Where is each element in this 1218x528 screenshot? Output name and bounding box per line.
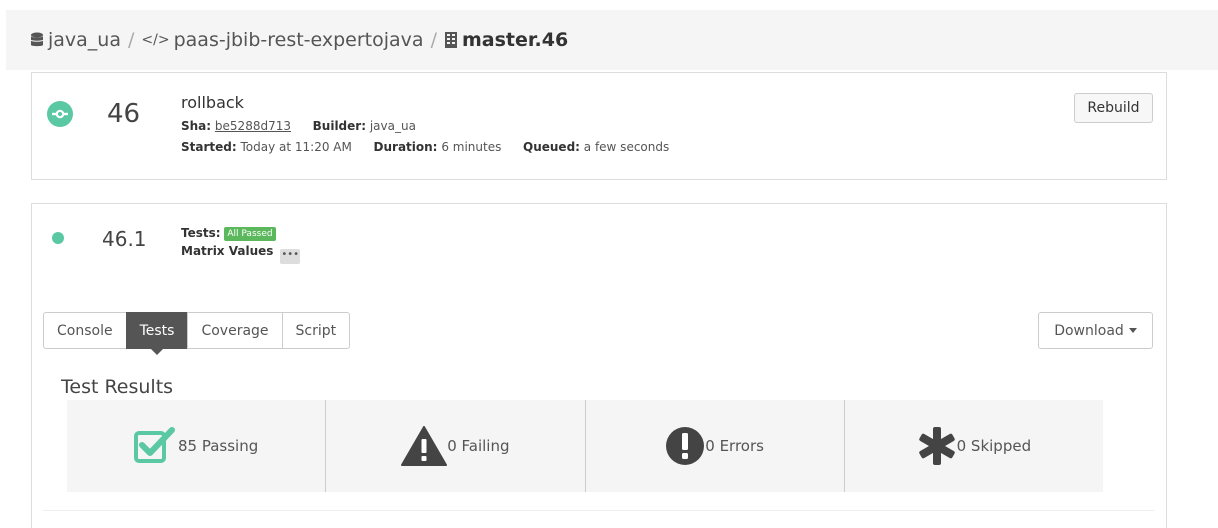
code-icon: </>: [141, 32, 170, 48]
errors-cell: 0 Errors: [586, 400, 845, 492]
repo-name[interactable]: paas-jbib-rest-expertojava: [174, 29, 424, 51]
duration-value: 6 minutes: [441, 140, 502, 154]
passing-count: 85 Passing: [178, 437, 259, 455]
divider: [43, 510, 1154, 511]
builder-label: Builder:: [312, 119, 367, 133]
run-tabs: Console Tests Coverage Script: [43, 312, 351, 355]
queued-value: a few seconds: [583, 140, 670, 154]
errors-count: 0 Errors: [705, 437, 764, 455]
caret-down-icon: [1128, 328, 1137, 333]
build-info: rollback Sha: be5288d713 Builder: java_u…: [181, 93, 669, 158]
breadcrumb-owner[interactable]: java_ua: [30, 29, 121, 51]
test-results-title: Test Results: [61, 376, 174, 398]
tab-tests[interactable]: Tests: [125, 312, 189, 355]
download-button[interactable]: Download: [1038, 312, 1153, 349]
sha-label: Sha:: [181, 119, 212, 133]
breadcrumb-repo[interactable]: </> paas-jbib-rest-expertojava: [141, 29, 423, 51]
passing-cell: 85 Passing: [67, 400, 327, 492]
tests-label: Tests:: [181, 226, 221, 240]
matrix-label: Matrix Values: [181, 244, 274, 258]
owner-name[interactable]: java_ua: [48, 29, 121, 51]
build-panel: 46 rollback Sha: be5288d713 Builder: jav…: [31, 72, 1167, 180]
run-number: 46.1: [102, 227, 147, 251]
commit-status-icon: [47, 101, 73, 127]
checkbox-check-icon: [134, 427, 178, 465]
tests-status-badge: All Passed: [224, 227, 276, 241]
build-meta-line-1: Sha: be5288d713 Builder: java_ua: [181, 116, 669, 137]
asterisk-icon: [917, 426, 957, 466]
failing-count: 0 Failing: [447, 437, 510, 455]
failing-cell: 0 Failing: [326, 400, 586, 492]
breadcrumb-separator: /: [430, 29, 437, 51]
breadcrumb: java_ua / </> paas-jbib-rest-expertojava…: [6, 10, 1218, 70]
database-icon: [30, 32, 44, 48]
breadcrumb-build: master.46: [444, 29, 568, 51]
breadcrumb-separator: /: [128, 29, 135, 51]
warning-icon: [401, 426, 448, 466]
matrix-line: Matrix Values •••: [181, 242, 301, 264]
duration-label: Duration:: [373, 140, 438, 154]
tab-coverage[interactable]: Coverage: [187, 312, 283, 349]
matrix-values-toggle[interactable]: •••: [280, 249, 301, 264]
exclamation-circle-icon: [665, 426, 705, 466]
skipped-count: 0 Skipped: [956, 437, 1032, 455]
rebuild-button[interactable]: Rebuild: [1074, 93, 1153, 123]
run-status-icon: [52, 232, 64, 244]
tab-script[interactable]: Script: [281, 312, 351, 349]
started-label: Started:: [181, 140, 237, 154]
run-info: Tests: All Passed Matrix Values •••: [181, 224, 301, 264]
sha-link[interactable]: be5288d713: [215, 119, 291, 133]
builder-value: java_ua: [369, 119, 416, 133]
build-meta-line-2: Started: Today at 11:20 AM Duration: 6 m…: [181, 137, 669, 158]
download-label: Download: [1054, 322, 1124, 339]
building-icon: [444, 31, 458, 49]
build-number: 46: [107, 99, 141, 129]
tab-console[interactable]: Console: [43, 312, 127, 349]
queued-label: Queued:: [523, 140, 580, 154]
started-value: Today at 11:20 AM: [240, 140, 352, 154]
skipped-cell: 0 Skipped: [845, 400, 1103, 492]
tests-line: Tests: All Passed: [181, 224, 300, 242]
test-results-summary: 85 Passing 0 Failing 0 Errors 0 Skipped: [67, 400, 1103, 492]
commit-message: rollback: [181, 93, 244, 112]
build-name: master.46: [461, 29, 569, 51]
run-panel: 46.1 Tests: All Passed Matrix Values •••…: [31, 203, 1167, 528]
